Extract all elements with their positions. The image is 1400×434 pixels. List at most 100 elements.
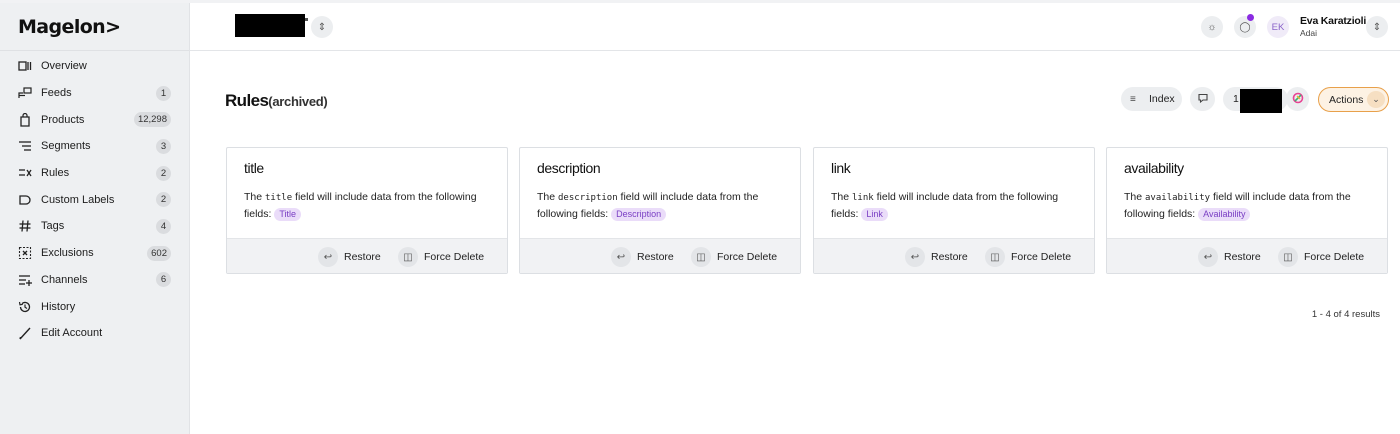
text-before: The [244,191,266,203]
restore-button[interactable]: ↩ Restore [318,247,381,267]
chevron-updown-icon: ⇕ [317,21,327,33]
sidebar-item-custom-labels[interactable]: Custom Labels 2 [0,186,189,213]
channels-icon [18,273,32,287]
trash-icon: ◫ [1278,247,1298,267]
brand-logo[interactable]: Magelon> [0,3,189,51]
field-pill: Description [611,207,667,221]
notifications-button[interactable]: ◯ [1234,14,1256,38]
restore-button[interactable]: ↩ Restore [905,247,968,267]
count-badge: 4 [156,218,171,234]
count-badge: 1 [156,85,171,101]
count-visible: 1 [1233,93,1239,105]
page-title-main: Rules [225,91,269,110]
count-badge: 3 [156,138,171,154]
products-icon [18,112,32,127]
text-before: The [831,191,853,203]
list-icon: ≡ [1130,93,1136,105]
text-before: The [1124,191,1146,203]
text-before: The [537,191,559,203]
sidebar-item-feeds[interactable]: Feeds 1 [0,80,189,107]
restore-label: Restore [344,251,381,263]
overview-icon [18,59,32,73]
avatar[interactable]: EK [1267,16,1289,38]
redacted-count [1240,89,1282,113]
trash-icon: ◫ [985,247,1005,267]
main-content: Rules(archived) ≡ Index 1 Actions ⌄ titl… [190,52,1400,434]
segments-icon [18,139,32,153]
rule-card-footer: ↩ Restore ◫ Force Delete [1107,238,1387,273]
rule-card-title: title [244,160,264,176]
field-code: description [558,193,618,203]
sidebar-item-label: Feeds [41,87,72,100]
sidebar-item-label: Edit Account [41,327,103,340]
comment-button[interactable] [1190,87,1215,111]
restore-icon: ↩ [1198,247,1218,267]
force-delete-label: Force Delete [1304,251,1365,263]
app-root: Magelon> Overview Feeds 1 Products 12,29… [0,0,1400,434]
rules-icon [18,166,32,180]
chevron-updown-icon: ⇕ [1372,21,1382,33]
rule-card-description: The link field will include data from th… [831,190,1081,222]
force-delete-label: Force Delete [424,251,485,263]
rule-card-description: The description field will include data … [537,190,787,222]
sidebar-item-label: Products [41,113,85,126]
index-button[interactable]: ≡ Index [1121,87,1182,111]
restore-button[interactable]: ↩ Restore [1198,247,1261,267]
restore-icon: ↩ [611,247,631,267]
integration-button[interactable] [1286,87,1309,111]
restore-icon: ↩ [905,247,925,267]
index-label: Index [1149,93,1175,105]
rule-card: description The description field will i… [519,147,801,274]
workspace-switcher-button[interactable]: ⇕ [311,16,333,38]
rule-card-footer: ↩ Restore ◫ Force Delete [814,238,1094,273]
field-code: availability [1145,193,1211,203]
sidebar-item-tags[interactable]: Tags 4 [0,213,189,240]
sidebar-item-label: Segments [41,140,91,153]
sidebar-nav: Overview Feeds 1 Products 12,298 Segment… [0,51,189,347]
redacted-workspace-name [235,14,308,37]
sidebar-item-label: Tags [41,220,65,233]
rule-card-title: link [831,160,851,176]
theme-toggle-button[interactable]: ☼ [1201,16,1223,38]
force-delete-button[interactable]: ◫ Force Delete [1278,247,1364,267]
rule-card: availability The availability field will… [1106,147,1388,274]
sidebar-item-channels[interactable]: Channels 6 [0,267,189,294]
sidebar-item-history[interactable]: History [0,293,189,320]
account-switcher-button[interactable]: ⇕ [1366,16,1388,38]
force-delete-button[interactable]: ◫ Force Delete [398,247,484,267]
force-delete-button[interactable]: ◫ Force Delete [691,247,777,267]
force-delete-label: Force Delete [1011,251,1072,263]
actions-button[interactable]: Actions ⌄ [1318,87,1389,112]
user-organization: Adai [1300,28,1318,38]
restore-label: Restore [1224,251,1261,263]
sidebar-item-overview[interactable]: Overview [0,53,189,80]
hash-icon [18,219,32,233]
sidebar-item-edit-account[interactable]: Edit Account [0,320,189,347]
rule-card: link The link field will include data fr… [813,147,1095,274]
sidebar-item-rules[interactable]: Rules 2 [0,160,189,187]
pencil-icon [18,326,32,340]
count-badge: 12,298 [133,112,171,128]
sidebar-item-label: Custom Labels [41,193,115,206]
page-title: Rules(archived) [225,91,328,111]
exclusions-icon [18,246,32,260]
label-icon [18,193,32,207]
sidebar-item-segments[interactable]: Segments 3 [0,133,189,160]
count-badge: 2 [156,192,171,208]
sidebar-item-label: Exclusions [41,247,94,260]
sidebar-item-products[interactable]: Products 12,298 [0,106,189,133]
sidebar-item-exclusions[interactable]: Exclusions 602 [0,240,189,267]
rule-card-footer: ↩ Restore ◫ Force Delete [227,238,507,273]
force-delete-button[interactable]: ◫ Force Delete [985,247,1071,267]
sidebar-item-label: Overview [41,60,87,73]
restore-button[interactable]: ↩ Restore [611,247,674,267]
results-count: 1 - 4 of 4 results [1311,309,1380,320]
chevron-down-icon: ⌄ [1367,91,1385,108]
page-title-suffix: (archived) [268,94,328,109]
sidebar-item-label: Channels [41,273,88,286]
count-badge: 6 [156,272,171,288]
rule-card-description: The title field will include data from t… [244,190,494,222]
restore-label: Restore [931,251,968,263]
comment-icon [1197,92,1209,107]
count-badge: 2 [156,165,171,181]
